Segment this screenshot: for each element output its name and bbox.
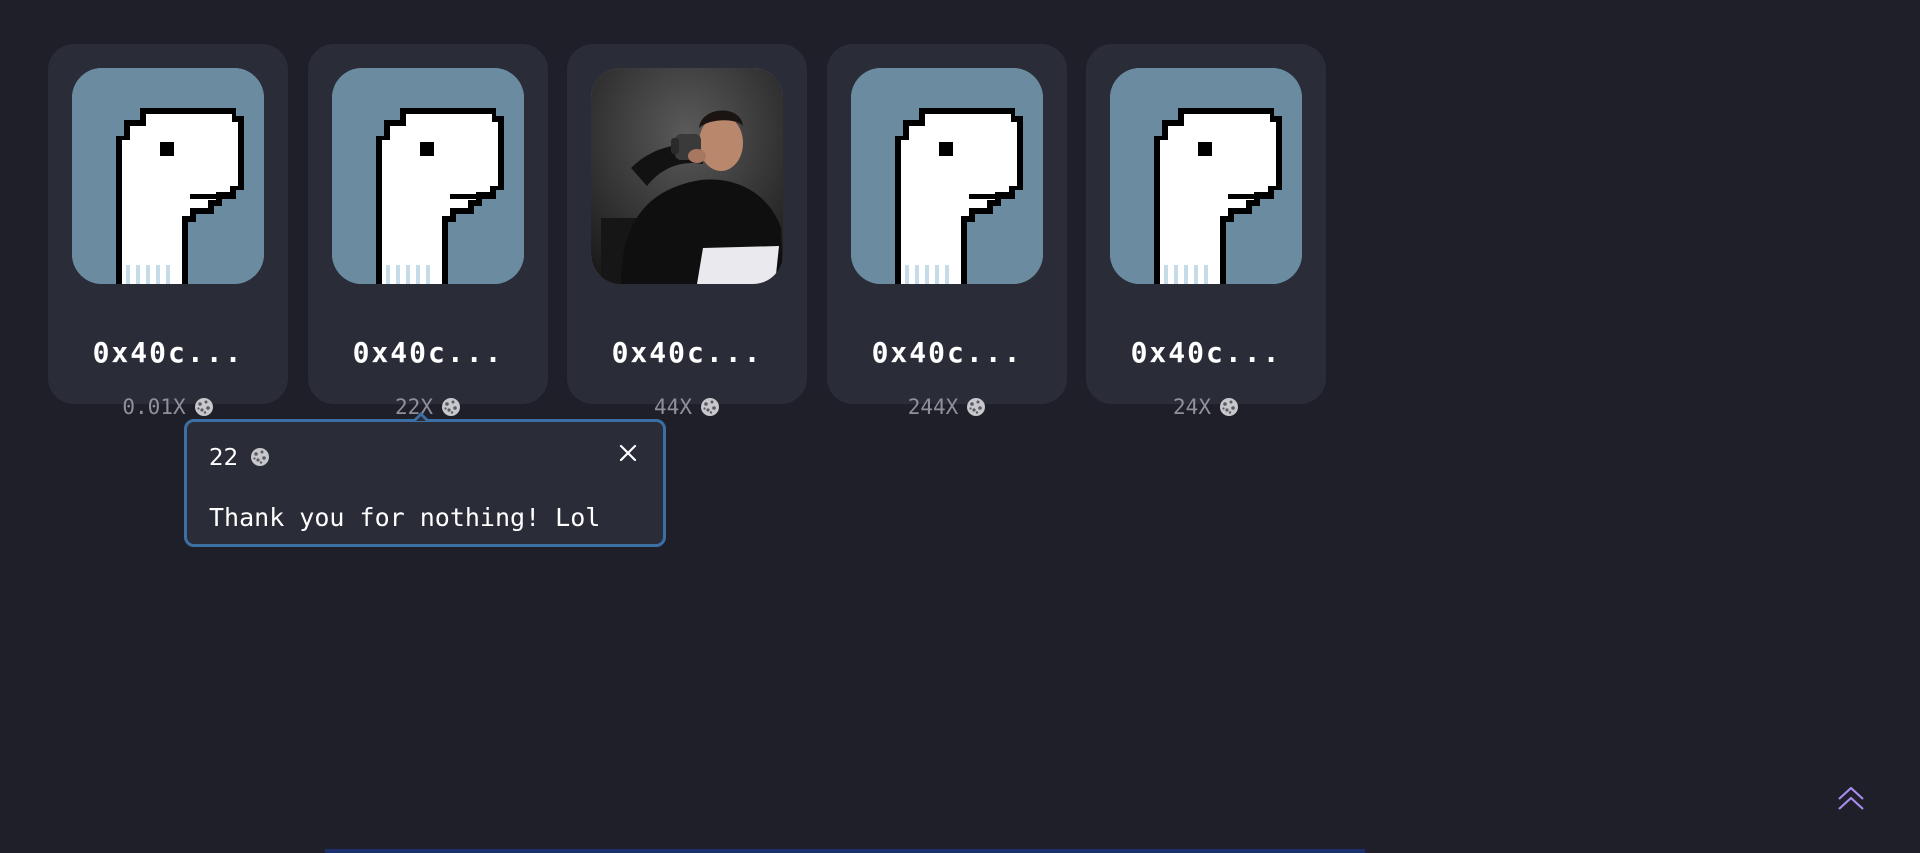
tip-card[interactable]: 0x40c... 24X [1086, 44, 1326, 419]
cookie-coin-icon [441, 397, 461, 417]
cookie-coin-icon [966, 397, 986, 417]
card-address: 0x40c... [611, 336, 763, 369]
pixel-dino-icon [851, 68, 1043, 284]
card-multiplier: 24X [1086, 394, 1326, 420]
card-multiplier: 244X [827, 394, 1067, 420]
tip-card[interactable]: 0x40c... 22X [308, 44, 548, 419]
card-address: 0x40c... [92, 336, 244, 369]
cookie-coin-icon [250, 447, 270, 467]
pixel-dino-icon [1110, 68, 1302, 284]
multiplier-value: 24X [1173, 395, 1211, 419]
pixel-dino-icon [332, 68, 524, 284]
popover-caret-fill [416, 416, 426, 421]
close-icon[interactable] [615, 440, 641, 466]
cookie-coin-icon [194, 397, 214, 417]
card-multiplier: 0.01X [48, 394, 288, 420]
tip-amount-value: 22 [209, 445, 239, 471]
person-drinking-photo [591, 68, 783, 284]
card-address: 0x40c... [871, 336, 1023, 369]
tip-message-popover: 22 Thank you for nothing! Lol [184, 419, 666, 547]
double-chevron-up-icon[interactable] [1836, 783, 1866, 813]
tip-message: Thank you for nothing! Lol [209, 503, 601, 532]
cookie-coin-icon [1219, 397, 1239, 417]
multiplier-value: 0.01X [122, 395, 186, 419]
tip-card[interactable]: 0x40c... 44X [567, 44, 807, 419]
tip-card[interactable]: 0x40c... 0.01X [48, 44, 288, 419]
card-multiplier: 44X [567, 394, 807, 420]
multiplier-value: 44X [654, 395, 692, 419]
multiplier-value: 244X [907, 395, 959, 419]
tip-amount: 22 [209, 444, 270, 472]
pixel-dino-icon [72, 68, 264, 284]
cookie-coin-icon [700, 397, 720, 417]
card-address: 0x40c... [1130, 336, 1282, 369]
card-address: 0x40c... [352, 336, 504, 369]
bottom-edge-bar [325, 849, 1365, 853]
tip-card[interactable]: 0x40c... 244X [827, 44, 1067, 419]
